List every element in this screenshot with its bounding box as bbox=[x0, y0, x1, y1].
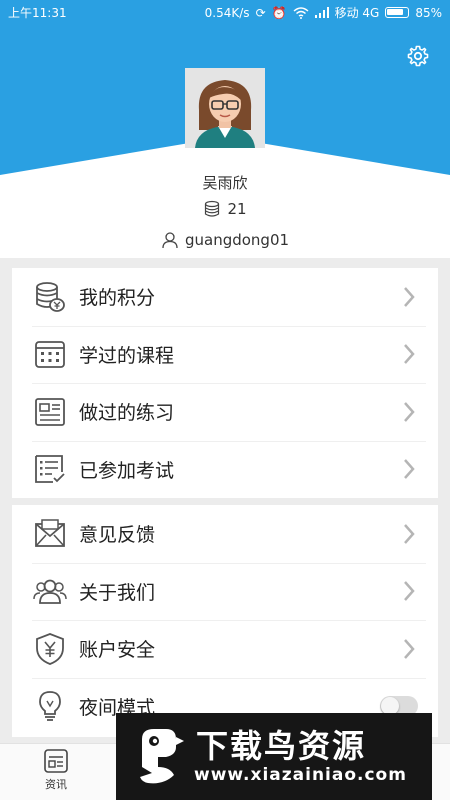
coins-icon bbox=[205, 200, 220, 217]
wifi-icon bbox=[293, 6, 309, 19]
status-bar: 上午11:31 0.54K/s ⟳ ⏰ 移动 4G 85% bbox=[0, 0, 450, 24]
account-name: guangdong01 bbox=[184, 231, 290, 249]
menu-label: 账户安全 bbox=[79, 639, 156, 662]
menu-label: 做过的练习 bbox=[79, 402, 175, 425]
people-icon bbox=[33, 579, 67, 605]
menu-label: 意见反馈 bbox=[79, 524, 156, 547]
profile-header: 上午11:31 0.54K/s ⟳ ⏰ 移动 4G 85% 吴雨欣 21 gua… bbox=[0, 0, 450, 258]
status-right: 0.54K/s ⟳ ⏰ 移动 4G 85% bbox=[205, 4, 442, 21]
menu-label: 我的积分 bbox=[79, 287, 156, 310]
menu-item-feedback[interactable]: 意见反馈 bbox=[12, 505, 438, 563]
chevron-right-icon bbox=[404, 459, 415, 480]
signal-icon bbox=[314, 7, 329, 18]
menu-group-settings: 意见反馈 关于我们 账户安全 夜间模式 bbox=[12, 505, 438, 737]
gear-icon[interactable] bbox=[406, 44, 430, 68]
watermark-title: 下载鸟资源 bbox=[196, 727, 367, 765]
menu-item-courses[interactable]: 学过的课程 bbox=[12, 325, 438, 384]
mail-icon bbox=[35, 519, 65, 547]
user-icon bbox=[162, 232, 178, 249]
watermark-url: www.xiazainiao.com bbox=[194, 765, 407, 785]
menu-item-exams[interactable]: 已参加考试 bbox=[12, 440, 438, 499]
news-icon bbox=[44, 749, 68, 773]
menu-item-exercises[interactable]: 做过的练习 bbox=[12, 383, 438, 441]
menu-item-about-us[interactable]: 关于我们 bbox=[12, 562, 438, 621]
net-speed: 0.54K/s bbox=[204, 5, 250, 20]
chevron-right-icon bbox=[404, 638, 415, 659]
battery-percent: 85% bbox=[415, 5, 442, 20]
watermark-banner: 下载鸟资源 www.xiazainiao.com bbox=[116, 713, 432, 800]
status-time: 上午11:31 bbox=[8, 6, 67, 20]
tab-label: 资讯 bbox=[45, 778, 67, 791]
alarm-icon: ⏰ bbox=[271, 5, 287, 20]
chevron-right-icon bbox=[404, 344, 415, 365]
chevron-right-icon bbox=[404, 523, 415, 544]
menu-item-account-security[interactable]: 账户安全 bbox=[12, 620, 438, 678]
battery-icon bbox=[385, 7, 410, 18]
shield-icon bbox=[36, 632, 64, 665]
lightbulb-icon bbox=[39, 691, 61, 722]
points-value: 21 bbox=[227, 200, 247, 218]
calendar-icon bbox=[35, 341, 65, 369]
chevron-right-icon bbox=[404, 286, 415, 307]
document-icon bbox=[35, 397, 65, 426]
menu-item-my-points[interactable]: 我的积分 bbox=[12, 268, 438, 326]
coins-icon bbox=[36, 281, 65, 312]
avatar[interactable] bbox=[185, 68, 265, 148]
menu-label: 学过的课程 bbox=[79, 344, 175, 367]
checklist-icon bbox=[35, 455, 65, 484]
bird-logo-icon bbox=[140, 729, 184, 784]
points-row: 21 bbox=[0, 200, 450, 218]
tab-news[interactable]: 资讯 bbox=[26, 748, 86, 792]
menu-label: 已参加考试 bbox=[79, 459, 175, 482]
menu-label: 关于我们 bbox=[79, 581, 156, 604]
sync-icon: ⟳ bbox=[255, 5, 266, 20]
menu-group-study: 我的积分 学过的课程 做过的练习 已参加考试 bbox=[12, 268, 438, 498]
carrier-label: 移动 4G bbox=[334, 6, 380, 20]
chevron-right-icon bbox=[404, 401, 415, 422]
user-name: 吴雨欣 bbox=[202, 174, 248, 192]
account-row: guangdong01 bbox=[0, 231, 450, 249]
chevron-right-icon bbox=[404, 581, 415, 602]
